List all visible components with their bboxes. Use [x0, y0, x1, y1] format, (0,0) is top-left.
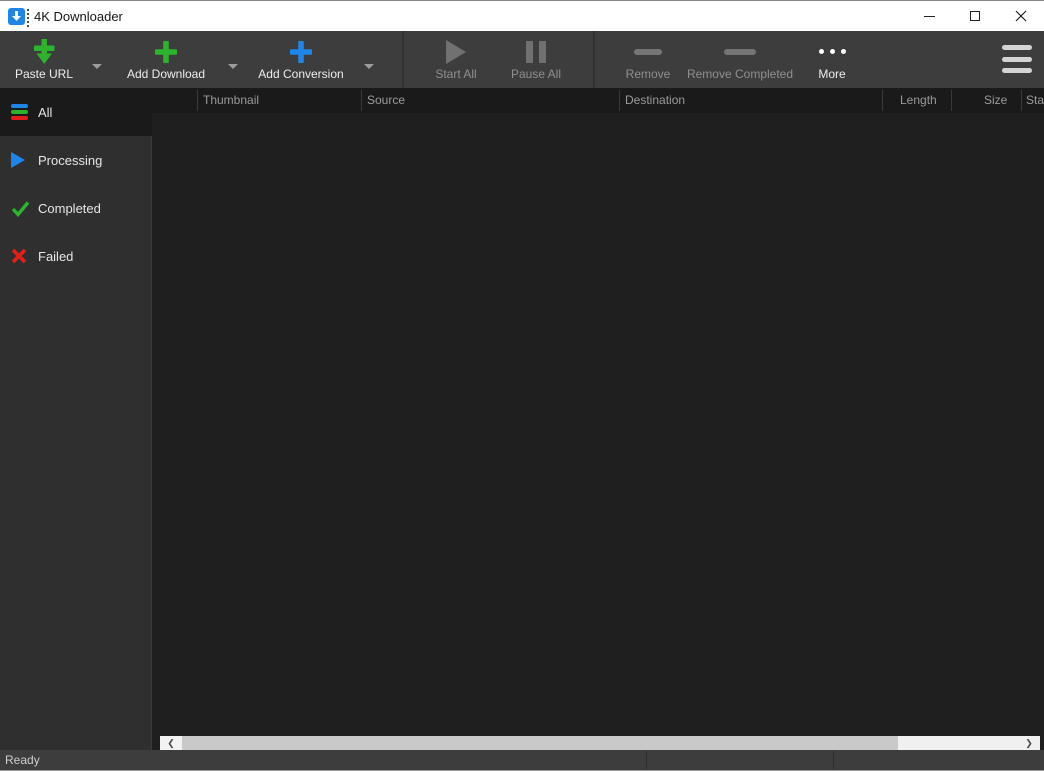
- maximize-icon: [970, 11, 980, 21]
- chevron-down-icon: [92, 64, 102, 69]
- paste-url-label: Paste URL: [15, 67, 73, 81]
- scroll-left-button[interactable]: ❮: [160, 736, 182, 751]
- chevron-left-icon: ❮: [167, 738, 175, 749]
- chevron-right-icon: ❯: [1025, 738, 1033, 749]
- toolbar: Paste URL Add Download A: [0, 31, 1044, 88]
- statusbar-separator: [833, 751, 834, 769]
- app-logo-dots: [27, 9, 29, 27]
- scrollbar-thumb[interactable]: [182, 736, 898, 751]
- paste-plus-arrow-icon: [32, 38, 56, 65]
- add-conversion-label: Add Conversion: [258, 67, 343, 81]
- statusbar-separator: [646, 751, 647, 769]
- filter-all-bars-icon: [11, 103, 29, 121]
- sidebar-item-label: Failed: [38, 249, 73, 264]
- remove-label: Remove: [626, 67, 671, 81]
- chevron-down-icon: [228, 64, 238, 69]
- play-icon: [11, 151, 29, 169]
- add-conversion-dropdown[interactable]: [356, 31, 382, 88]
- more-label: More: [818, 67, 845, 81]
- main-menu-button[interactable]: [1002, 45, 1032, 73]
- plus-icon: [154, 38, 178, 65]
- add-conversion-button[interactable]: Add Conversion: [256, 31, 346, 88]
- column-separator[interactable]: [951, 90, 952, 111]
- window-controls: [906, 1, 1044, 31]
- check-icon: [11, 199, 29, 217]
- column-separator[interactable]: [1021, 90, 1022, 111]
- plus-icon: [289, 38, 313, 65]
- column-separator[interactable]: [361, 90, 362, 111]
- sidebar-item-all[interactable]: All: [0, 88, 152, 136]
- add-download-button[interactable]: Add Download: [124, 31, 208, 88]
- play-icon: [446, 38, 466, 65]
- start-all-label: Start All: [435, 67, 476, 81]
- pause-all-button[interactable]: Pause All: [496, 31, 576, 88]
- column-header-length[interactable]: Length: [900, 93, 937, 107]
- column-separator[interactable]: [882, 90, 883, 111]
- status-text: Ready: [5, 753, 40, 767]
- x-icon: [11, 247, 29, 265]
- column-separator[interactable]: [619, 90, 620, 111]
- app-window: 4K Downloader Paste URL: [0, 0, 1044, 771]
- toolbar-separator: [593, 31, 595, 88]
- table-header: Thumbnail Source Destination Length Size…: [152, 88, 1044, 113]
- paste-url-button[interactable]: Paste URL: [4, 31, 84, 88]
- downloads-list: [153, 113, 1044, 750]
- remove-completed-label: Remove Completed: [687, 67, 793, 81]
- add-download-label: Add Download: [127, 67, 205, 81]
- ellipsis-icon: [819, 38, 846, 65]
- add-download-dropdown[interactable]: [220, 31, 246, 88]
- app-logo-icon: [8, 8, 25, 25]
- scrollbar-track[interactable]: [898, 736, 1018, 751]
- close-button[interactable]: [998, 1, 1044, 31]
- pause-icon: [526, 38, 546, 65]
- horizontal-scrollbar[interactable]: ❮ ❯: [160, 736, 1040, 751]
- chevron-down-icon: [364, 64, 374, 69]
- remove-completed-button[interactable]: Remove Completed: [690, 31, 790, 88]
- sidebar-item-processing[interactable]: Processing: [0, 136, 151, 184]
- minimize-button[interactable]: [906, 1, 952, 31]
- column-separator[interactable]: [197, 90, 198, 111]
- scroll-right-button[interactable]: ❯: [1018, 736, 1040, 751]
- close-icon: [1015, 10, 1027, 22]
- sidebar-item-label: Completed: [38, 201, 101, 216]
- minus-icon: [724, 38, 756, 65]
- hamburger-icon: [1002, 45, 1032, 50]
- column-header-source[interactable]: Source: [367, 93, 405, 107]
- start-all-button[interactable]: Start All: [416, 31, 496, 88]
- column-header-status[interactable]: Status: [1026, 93, 1044, 107]
- sidebar-item-label: Processing: [38, 153, 102, 168]
- maximize-button[interactable]: [952, 1, 998, 31]
- paste-url-dropdown[interactable]: [84, 31, 110, 88]
- column-header-thumbnail[interactable]: Thumbnail: [203, 93, 259, 107]
- window-title: 4K Downloader: [34, 9, 123, 24]
- column-header-size[interactable]: Size: [984, 93, 1007, 107]
- title-bar: 4K Downloader: [0, 1, 1044, 31]
- minus-icon: [634, 38, 662, 65]
- sidebar-item-failed[interactable]: Failed: [0, 232, 151, 280]
- download-arrow-icon: [10, 10, 23, 23]
- sidebar: All Processing Completed Failed: [0, 88, 152, 750]
- remove-button[interactable]: Remove: [608, 31, 688, 88]
- pause-all-label: Pause All: [511, 67, 561, 81]
- more-button[interactable]: More: [795, 31, 869, 88]
- minimize-icon: [924, 16, 935, 17]
- status-bar: Ready: [0, 750, 1044, 770]
- column-header-destination[interactable]: Destination: [625, 93, 685, 107]
- sidebar-item-completed[interactable]: Completed: [0, 184, 151, 232]
- toolbar-separator: [402, 31, 404, 88]
- sidebar-item-label: All: [38, 105, 52, 120]
